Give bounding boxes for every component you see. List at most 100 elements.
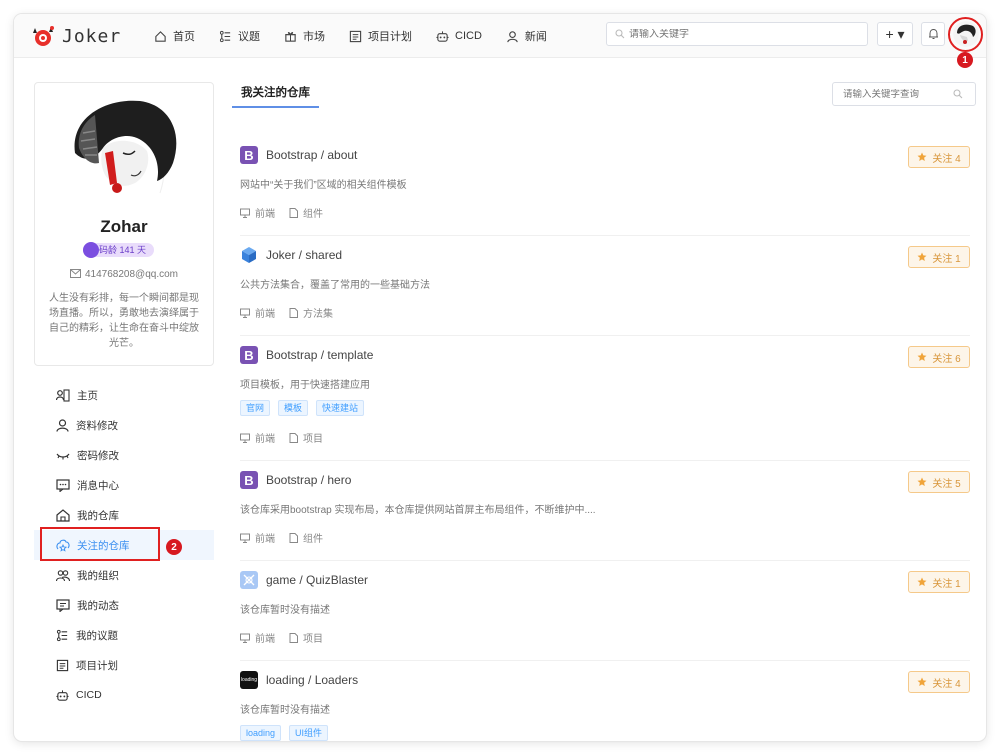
file-icon	[289, 307, 298, 318]
repo-tag[interactable]: 模板	[278, 400, 309, 416]
user-icon	[56, 418, 69, 432]
robot-icon	[436, 30, 449, 42]
repo-item: loading loading / Loaders 该仓库暂时没有描述 load…	[240, 661, 970, 741]
repo-item: Joker / shared 公共方法集合，覆盖了常用的一些基础方法 前端 方法…	[240, 236, 970, 336]
nav-news[interactable]: 新闻	[506, 28, 547, 44]
repo-title-link[interactable]: B Bootstrap / template	[240, 346, 373, 364]
repo-type: 项目	[303, 434, 323, 445]
menu-item-my-repos[interactable]: 我的仓库	[34, 500, 214, 530]
logo[interactable]: Joker	[30, 22, 121, 50]
star-button[interactable]: 关注 1	[908, 571, 970, 593]
search-input[interactable]	[629, 28, 849, 40]
repo-list: B Bootstrap / about 网站中“关于我们”区域的相关组件模板 前…	[240, 136, 970, 741]
repo-type: 方法集	[303, 309, 333, 320]
nav-plan[interactable]: 项目计划	[349, 28, 412, 44]
file-icon	[289, 207, 298, 218]
message-icon	[56, 478, 70, 492]
bootstrap-icon: B	[240, 346, 258, 364]
robot-icon	[56, 689, 69, 701]
repo-tag[interactable]: 官网	[240, 400, 271, 416]
repo-type: 组件	[303, 209, 323, 220]
star-button[interactable]: 关注 6	[908, 346, 970, 368]
plan-icon	[56, 659, 69, 671]
star-label: 关注 1	[932, 253, 961, 265]
star-icon	[917, 352, 927, 361]
repo-tag[interactable]: loading	[240, 725, 282, 741]
repo-meta: 前端 项目	[240, 430, 337, 445]
star-button[interactable]: 关注 4	[908, 671, 970, 693]
repo-search-input[interactable]	[843, 88, 953, 100]
repo-tag[interactable]: 快速建站	[316, 400, 365, 416]
nav-market[interactable]: 市场	[284, 28, 325, 44]
menu-item-password[interactable]: 密码修改	[34, 440, 214, 470]
star-label: 关注 6	[932, 353, 961, 365]
menu-label: 主页	[77, 389, 98, 402]
repo-title-link[interactable]: B Bootstrap / about	[240, 146, 357, 164]
star-button[interactable]: 关注 5	[908, 471, 970, 493]
nav-home[interactable]: 首页	[154, 28, 195, 44]
menu-label: 我的仓库	[77, 509, 119, 522]
repo-category: 前端	[255, 209, 275, 220]
repo-desc: 网站中“关于我们”区域的相关组件模板	[240, 180, 407, 191]
main-nav: 首页 议题 市场 项目计划 CICD 新闻	[154, 14, 571, 58]
repo-meta: 前端 组件	[240, 530, 337, 545]
repo-category: 前端	[255, 634, 275, 645]
repo-title-link[interactable]: loading loading / Loaders	[240, 671, 358, 689]
repo-title: Bootstrap / hero	[266, 473, 352, 487]
issue-icon	[219, 30, 231, 42]
bootstrap-icon: B	[240, 146, 258, 164]
profile-email: 414768208@qq.com	[35, 269, 213, 280]
header-search[interactable]	[606, 22, 868, 46]
nav-label: CICD	[455, 30, 482, 42]
menu-item-messages[interactable]: 消息中心	[34, 470, 214, 500]
repo-item: B Bootstrap / hero 该仓库采用bootstrap 实现布局，本…	[240, 461, 970, 561]
tab-followed-repos[interactable]: 我关注的仓库	[232, 84, 319, 108]
notification-button[interactable]	[921, 22, 945, 46]
menu-item-home[interactable]: 主页	[34, 380, 214, 410]
monitor-icon	[240, 308, 250, 318]
star-button[interactable]: 关注 4	[908, 146, 970, 168]
repo-tags: 官网 模板 快速建站	[240, 400, 372, 416]
menu-label: 消息中心	[77, 479, 119, 492]
create-dropdown-button[interactable]: + ▾	[877, 22, 913, 46]
badge-icon	[83, 242, 99, 258]
highlight-avatar-circle	[948, 17, 983, 52]
star-label: 关注 5	[932, 478, 961, 490]
repo-desc: 该仓库暂时没有描述	[240, 605, 330, 616]
top-navbar: Joker 首页 议题 市场 项目计划 CICD 新闻 请输入关键字 + ▾	[14, 14, 986, 58]
file-icon	[289, 532, 298, 543]
menu-label: 我的议题	[76, 629, 118, 642]
monitor-icon	[240, 633, 250, 643]
star-button[interactable]: 关注 1	[908, 246, 970, 268]
home-icon	[155, 30, 166, 42]
menu-item-my-issues[interactable]: 我的议题	[34, 620, 214, 650]
menu-item-profile-edit[interactable]: 资料修改	[34, 410, 214, 440]
menu-item-orgs[interactable]: 我的组织	[34, 560, 214, 590]
repo-title: Bootstrap / template	[266, 348, 374, 362]
menu-item-activity[interactable]: 我的动态	[34, 590, 214, 620]
app-name: Joker	[62, 25, 122, 47]
menu-item-cicd[interactable]: CICD	[34, 680, 214, 710]
menu-label: 密码修改	[77, 449, 119, 462]
step-marker-1: 1	[957, 52, 973, 68]
repo-desc: 该仓库采用bootstrap 实现布局，本仓库提供网站首屏主布局组件，不断维护中…	[240, 505, 596, 516]
mail-icon	[70, 269, 81, 278]
bootstrap-icon: B	[240, 471, 258, 489]
repo-title-link[interactable]: Joker / shared	[240, 246, 342, 264]
menu-item-project-plan[interactable]: 项目计划	[34, 650, 214, 680]
repo-title-link[interactable]: game / QuizBlaster	[240, 571, 368, 589]
nav-issues[interactable]: 议题	[219, 28, 260, 44]
repo-tags: loading UI组件	[240, 725, 336, 741]
repo-house-icon	[56, 508, 70, 522]
repo-tag[interactable]: UI组件	[289, 725, 329, 741]
repo-meta: 前端 项目	[240, 630, 337, 645]
repo-title-link[interactable]: B Bootstrap / hero	[240, 471, 351, 489]
star-icon	[917, 477, 927, 486]
activity-icon	[56, 598, 70, 612]
nav-cicd[interactable]: CICD	[436, 30, 482, 43]
repo-desc: 项目模板，用于快速搭建应用	[240, 380, 370, 391]
issue-icon	[56, 629, 68, 641]
app-window: Joker 首页 议题 市场 项目计划 CICD 新闻 请输入关键字 + ▾ 1…	[14, 14, 986, 741]
nav-label: 议题	[238, 31, 260, 43]
repo-search[interactable]	[832, 82, 976, 106]
